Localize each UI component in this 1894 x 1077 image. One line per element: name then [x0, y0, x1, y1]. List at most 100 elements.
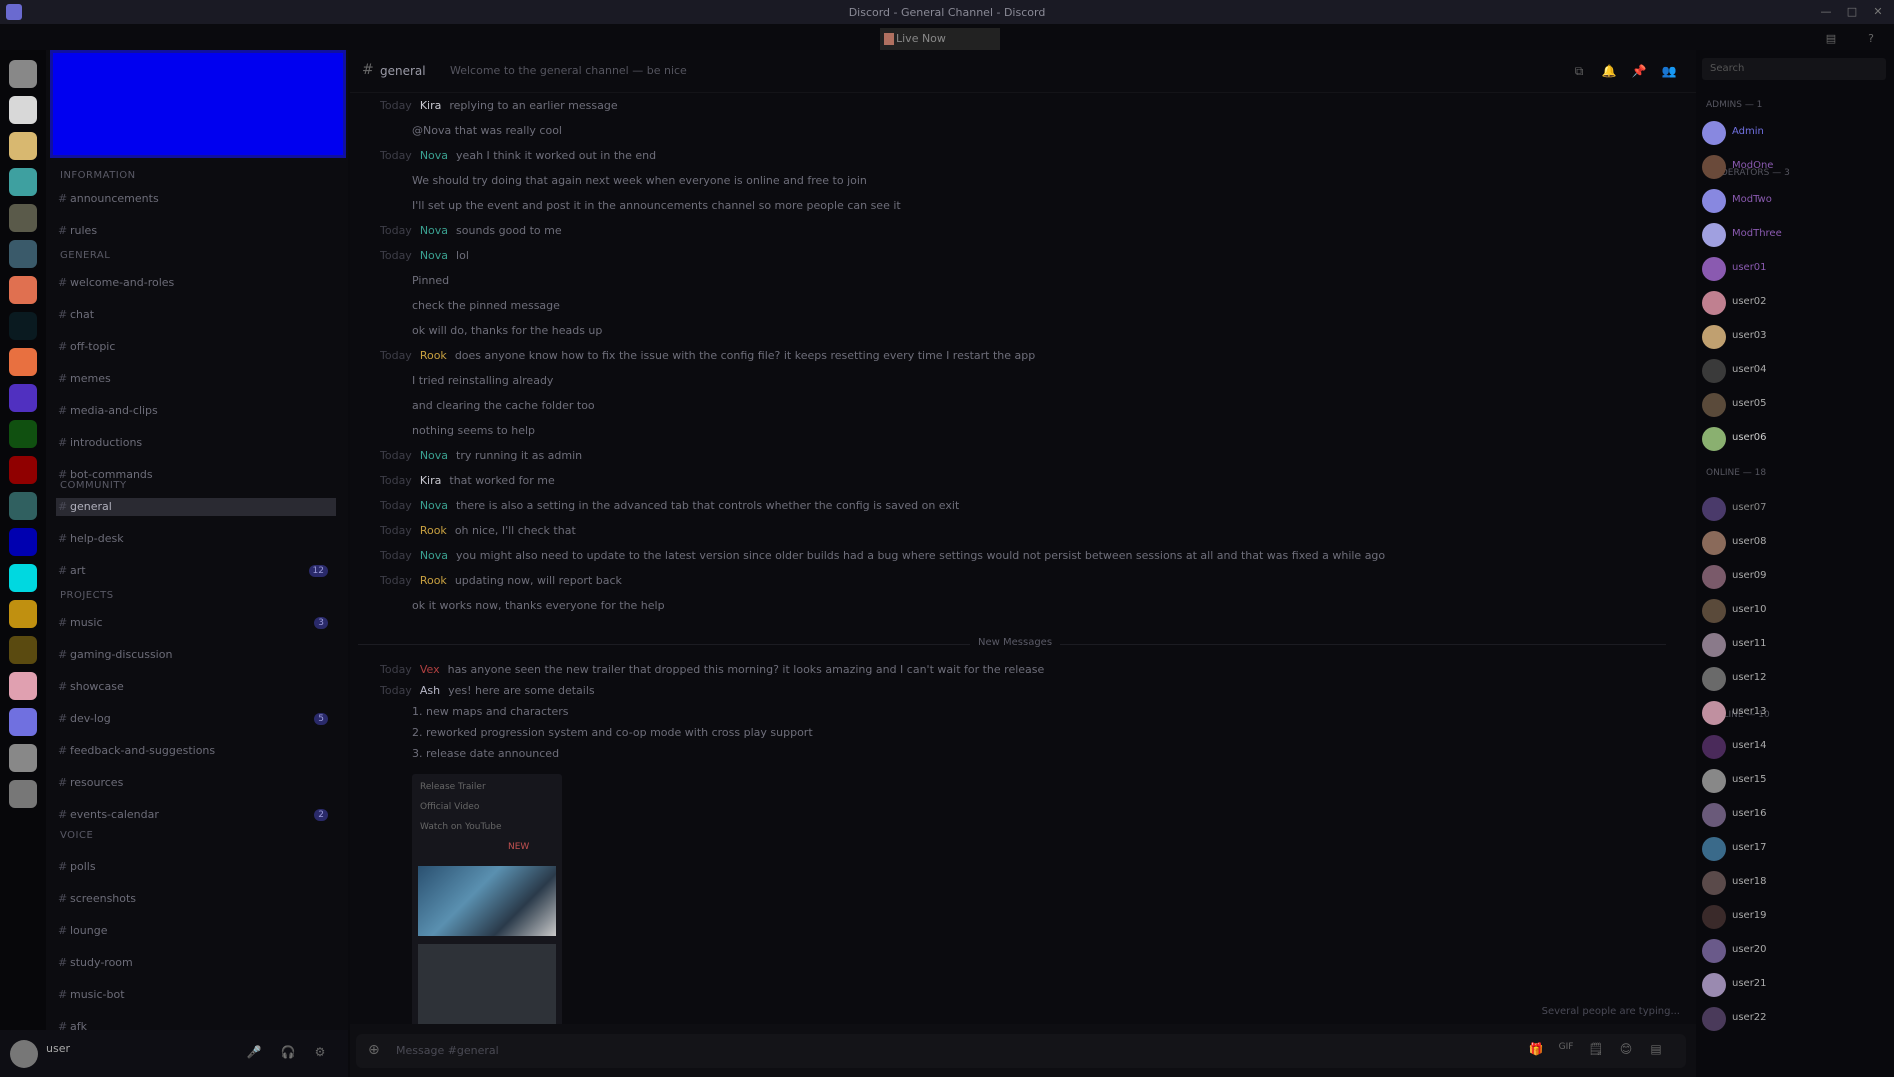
message-author[interactable]: Ash: [420, 684, 440, 697]
sidebar-channel[interactable]: announcements: [56, 190, 336, 208]
member-item[interactable]: user13: [1700, 698, 1890, 728]
message-row[interactable]: ok it works now, thanks everyone for the…: [412, 598, 1656, 614]
message-row[interactable]: Today Nova sounds good to me: [380, 223, 1656, 239]
message-row[interactable]: Today Rook updating now, will report back: [380, 573, 1656, 589]
message-row[interactable]: I tried reinstalling already: [412, 373, 1656, 389]
server-icon[interactable]: [9, 744, 37, 772]
gear-icon[interactable]: ⚙: [310, 1042, 330, 1062]
server-icon[interactable]: [9, 60, 37, 88]
server-icon[interactable]: [9, 384, 37, 412]
member-item[interactable]: user17: [1700, 834, 1890, 864]
member-item[interactable]: user14: [1700, 732, 1890, 762]
channel-category[interactable]: Projects: [60, 590, 114, 601]
message-author[interactable]: Nova: [420, 499, 448, 512]
embed-title[interactable]: Release Trailer: [420, 782, 486, 792]
message-author[interactable]: Nova: [420, 449, 448, 462]
server-icon[interactable]: [9, 780, 37, 808]
member-item[interactable]: user21: [1700, 970, 1890, 1000]
message-row[interactable]: @Nova that was really cool: [412, 123, 1656, 139]
message-row[interactable]: nothing seems to help: [412, 423, 1656, 439]
message-row[interactable]: and clearing the cache folder too: [412, 398, 1656, 414]
link-embed[interactable]: Release Trailer Official Video Watch on …: [412, 774, 562, 1046]
gift-icon[interactable]: 🎁: [1526, 1042, 1546, 1060]
message-input[interactable]: ⊕ Message #general 🎁 GIF 🗒 😊 ▤: [356, 1034, 1686, 1068]
member-item[interactable]: user19: [1700, 902, 1890, 932]
message-row[interactable]: Pinned: [412, 273, 1656, 289]
sidebar-channel[interactable]: lounge: [56, 922, 336, 940]
server-icon[interactable]: [9, 132, 37, 160]
bell-icon[interactable]: 🔔: [1600, 62, 1618, 80]
member-item[interactable]: user04: [1700, 356, 1890, 386]
message-author[interactable]: Kira: [420, 474, 442, 487]
channel-category[interactable]: General: [60, 250, 110, 261]
members-icon[interactable]: 👥: [1660, 62, 1678, 80]
message-row[interactable]: Today Vex has anyone seen the new trailer …: [380, 662, 1656, 678]
member-item[interactable]: user10: [1700, 596, 1890, 626]
member-item[interactable]: ModThree: [1700, 220, 1890, 250]
add-attachment-icon[interactable]: ⊕: [368, 1042, 380, 1058]
sidebar-channel[interactable]: chat: [56, 306, 336, 324]
server-icon[interactable]: [9, 96, 37, 124]
sidebar-channel[interactable]: introductions: [56, 434, 336, 452]
message-row[interactable]: Today Nova you might also need to update t…: [380, 548, 1656, 564]
sidebar-channel[interactable]: events-calendar 2: [56, 806, 336, 824]
member-item[interactable]: user18: [1700, 868, 1890, 898]
sidebar-channel[interactable]: general: [56, 498, 336, 516]
channel-category[interactable]: Information: [60, 170, 136, 181]
embed-thumbnail[interactable]: [418, 866, 556, 936]
member-item[interactable]: user20: [1700, 936, 1890, 966]
inbox-icon[interactable]: ▤: [1822, 30, 1840, 48]
server-icon[interactable]: [9, 636, 37, 664]
sidebar-channel[interactable]: polls: [56, 858, 336, 876]
member-item[interactable]: user06: [1700, 424, 1890, 454]
server-icon[interactable]: [9, 492, 37, 520]
member-item[interactable]: user05: [1700, 390, 1890, 420]
message-row[interactable]: Today Kira that worked for me: [380, 473, 1656, 489]
server-icon[interactable]: [9, 708, 37, 736]
message-row[interactable]: Today Rook oh nice, I'll check that: [380, 523, 1656, 539]
channel-category[interactable]: Voice: [60, 830, 93, 841]
search-input[interactable]: Search: [1702, 58, 1886, 80]
server-icon[interactable]: [9, 564, 37, 592]
message-author[interactable]: Nova: [420, 249, 448, 262]
member-item[interactable]: user01: [1700, 254, 1890, 284]
deafen-icon[interactable]: 🎧: [278, 1042, 298, 1062]
member-item[interactable]: user02: [1700, 288, 1890, 318]
server-icon[interactable]: [9, 600, 37, 628]
apps-icon[interactable]: ▤: [1646, 1042, 1666, 1060]
member-item[interactable]: user11: [1700, 630, 1890, 660]
member-item[interactable]: user07: [1700, 494, 1890, 524]
message-row[interactable]: Today Nova there is also a setting in the …: [380, 498, 1656, 514]
close-button[interactable]: ✕: [1870, 4, 1886, 20]
server-icon[interactable]: [9, 312, 37, 340]
server-icon[interactable]: [9, 276, 37, 304]
message-row[interactable]: Today Nova lol: [380, 248, 1656, 264]
member-item[interactable]: Admin: [1700, 118, 1890, 148]
message-row[interactable]: We should try doing that again next week…: [412, 173, 1656, 189]
member-item[interactable]: user15: [1700, 766, 1890, 796]
sidebar-channel[interactable]: resources: [56, 774, 336, 792]
sidebar-channel[interactable]: showcase: [56, 678, 336, 696]
sidebar-channel[interactable]: welcome-and-roles: [56, 274, 336, 292]
sidebar-channel[interactable]: art 12: [56, 562, 336, 580]
mute-icon[interactable]: 🎤: [244, 1042, 264, 1062]
message-author[interactable]: Nova: [420, 549, 448, 562]
server-banner[interactable]: [50, 50, 346, 158]
live-notice[interactable]: Live Now: [880, 28, 1000, 50]
message-author[interactable]: Kira: [420, 99, 442, 112]
message-author[interactable]: Rook: [420, 349, 447, 362]
sidebar-channel[interactable]: bot-commands: [56, 466, 336, 484]
sidebar-channel[interactable]: media-and-clips: [56, 402, 336, 420]
server-icon[interactable]: [9, 672, 37, 700]
message-author[interactable]: Nova: [420, 149, 448, 162]
message-row[interactable]: Today Ash yes! here are some details: [380, 683, 1656, 699]
gif-button[interactable]: GIF: [1556, 1042, 1576, 1060]
server-icon[interactable]: [9, 528, 37, 556]
server-icon[interactable]: [9, 168, 37, 196]
server-icon[interactable]: [9, 456, 37, 484]
message-author[interactable]: Nova: [420, 224, 448, 237]
member-item[interactable]: user09: [1700, 562, 1890, 592]
member-item[interactable]: ModOne: [1700, 152, 1890, 182]
message-row[interactable]: Today Rook does anyone know how to fix the…: [380, 348, 1656, 364]
member-item[interactable]: ModTwo: [1700, 186, 1890, 216]
